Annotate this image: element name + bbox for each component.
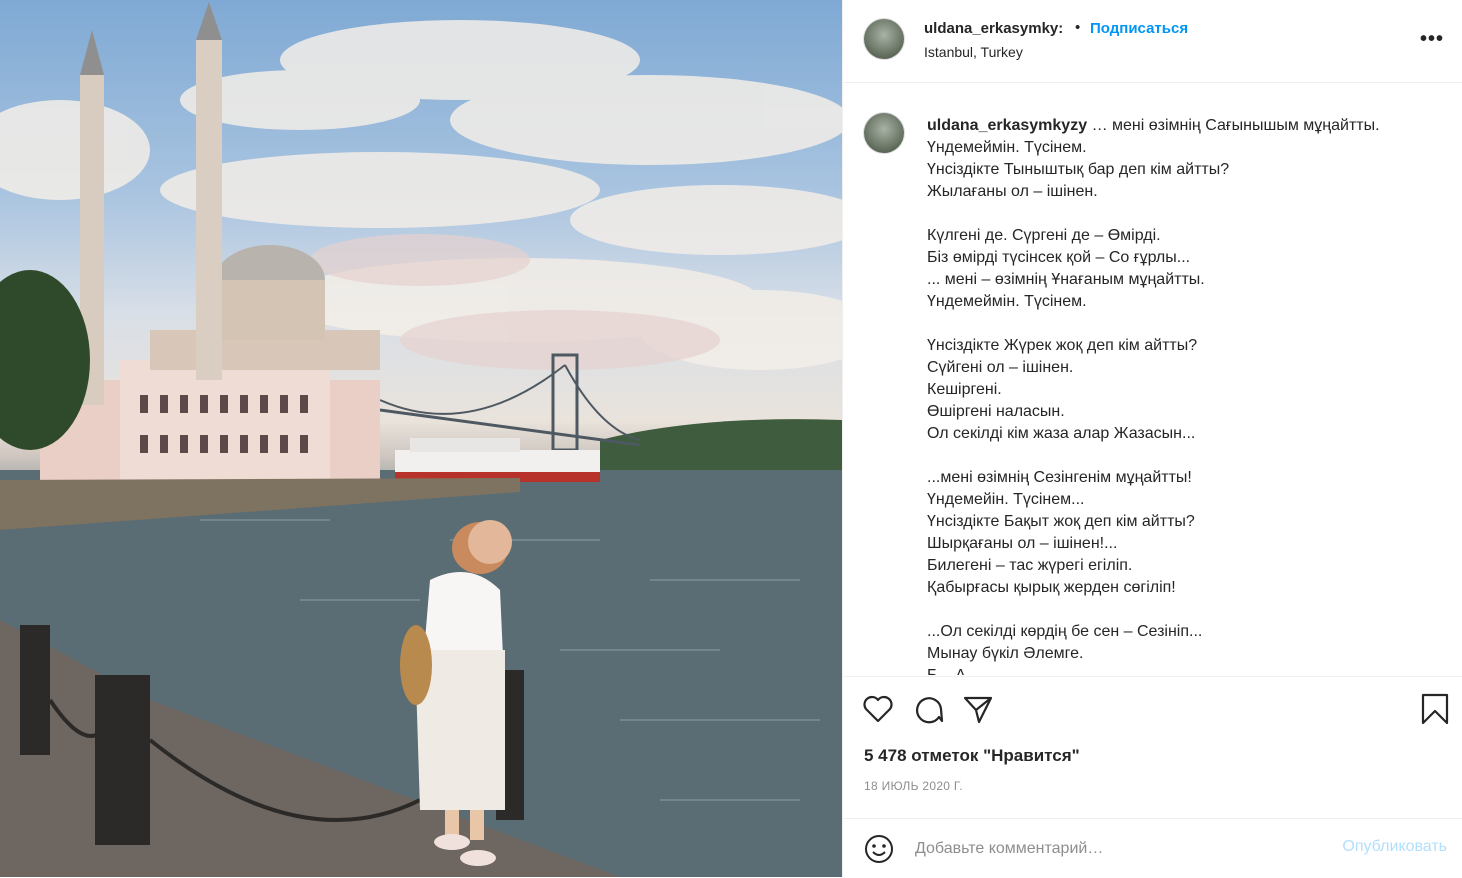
publish-button[interactable]: Опубликовать <box>1342 838 1447 856</box>
caption-avatar[interactable] <box>864 113 904 153</box>
add-comment-bar: Опубликовать <box>843 818 1462 878</box>
caption-body: … мені өзімнің Сағынышым мұңайтты. Үндем… <box>927 117 1380 675</box>
post-container: uldana_erkasymky: • Подписаться Istanbul… <box>0 0 1462 877</box>
location-link[interactable]: Istanbul, Turkey <box>924 44 1023 60</box>
likes-count[interactable]: 5 478 отметок "Нравится" <box>864 746 1080 766</box>
post-sidebar: uldana_erkasymky: • Подписаться Istanbul… <box>842 0 1462 877</box>
post-header: uldana_erkasymky: • Подписаться Istanbul… <box>843 0 1462 83</box>
action-bar <box>843 676 1462 747</box>
caption-area[interactable]: uldana_erkasymkyzy … мені өзімнің Сағыны… <box>843 83 1462 675</box>
photo-scene <box>0 2 842 877</box>
author-avatar[interactable] <box>864 19 904 59</box>
share-icon[interactable] <box>962 693 994 725</box>
comment-icon[interactable] <box>913 693 945 725</box>
caption-text: uldana_erkasymkyzy … мені өзімнің Сағыны… <box>927 115 1437 675</box>
follow-button[interactable]: Подписаться <box>1090 20 1188 37</box>
smiley-icon[interactable] <box>863 833 895 865</box>
post-date[interactable]: 18 ИЮЛЬ 2020 Г. <box>864 779 963 793</box>
separator-dot: • <box>1075 19 1081 36</box>
bookmark-icon[interactable] <box>1419 693 1451 725</box>
caption-username[interactable]: uldana_erkasymkyzy <box>927 117 1087 134</box>
comment-input[interactable] <box>913 835 1297 863</box>
author-username[interactable]: uldana_erkasymky: <box>924 20 1063 37</box>
post-photo[interactable] <box>0 0 842 877</box>
more-icon[interactable]: ••• <box>1420 28 1444 51</box>
heart-icon[interactable] <box>862 693 894 725</box>
bridge <box>379 353 641 452</box>
clouds <box>0 20 842 370</box>
ferry <box>395 438 600 482</box>
